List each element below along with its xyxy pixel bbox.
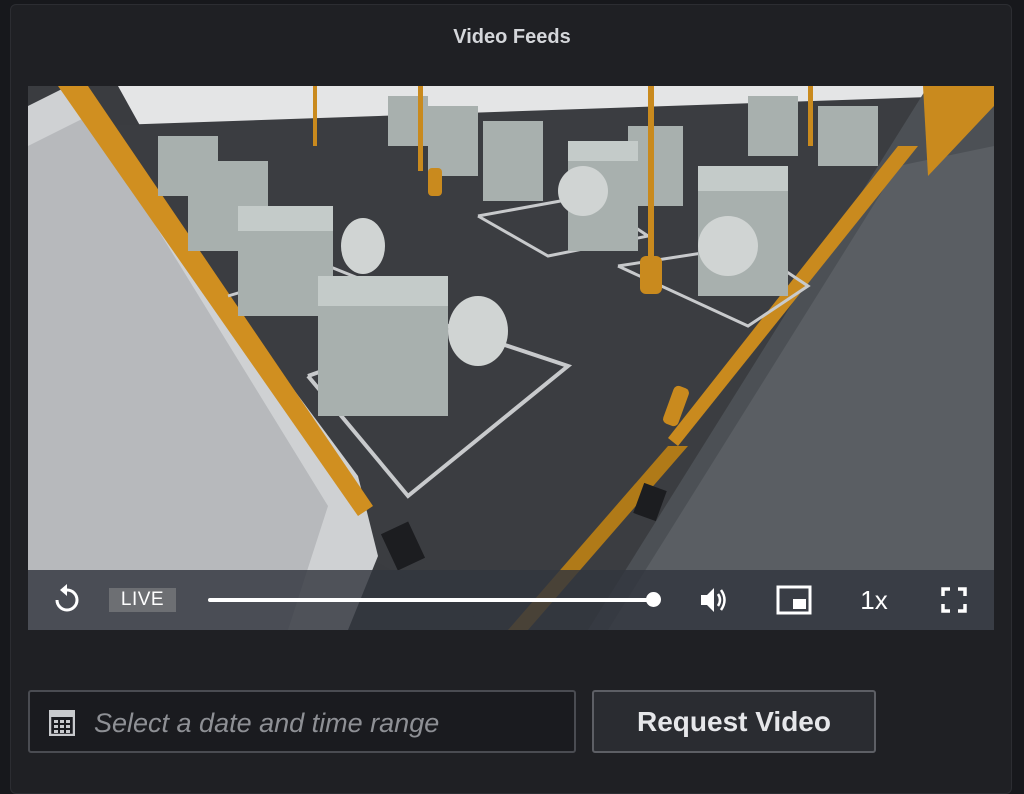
date-range-field[interactable] — [28, 690, 576, 753]
fullscreen-icon[interactable] — [941, 587, 967, 613]
request-video-button[interactable]: Request Video — [592, 690, 876, 753]
picture-in-picture-icon[interactable] — [776, 585, 812, 615]
calendar-icon — [49, 710, 75, 736]
date-range-input[interactable] — [92, 700, 566, 746]
volume-icon[interactable] — [698, 584, 730, 616]
panel-title: Video Feeds — [453, 26, 571, 48]
video-frame — [28, 86, 994, 630]
progress-thumb[interactable] — [646, 592, 661, 607]
video-player[interactable]: LIVE 1x — [28, 86, 994, 630]
playback-speed-button[interactable]: 1x — [854, 584, 894, 616]
live-badge[interactable]: LIVE — [109, 588, 176, 612]
video-controls: LIVE 1x — [28, 570, 994, 630]
progress-bar[interactable] — [208, 598, 653, 602]
replay-icon[interactable] — [52, 584, 82, 616]
